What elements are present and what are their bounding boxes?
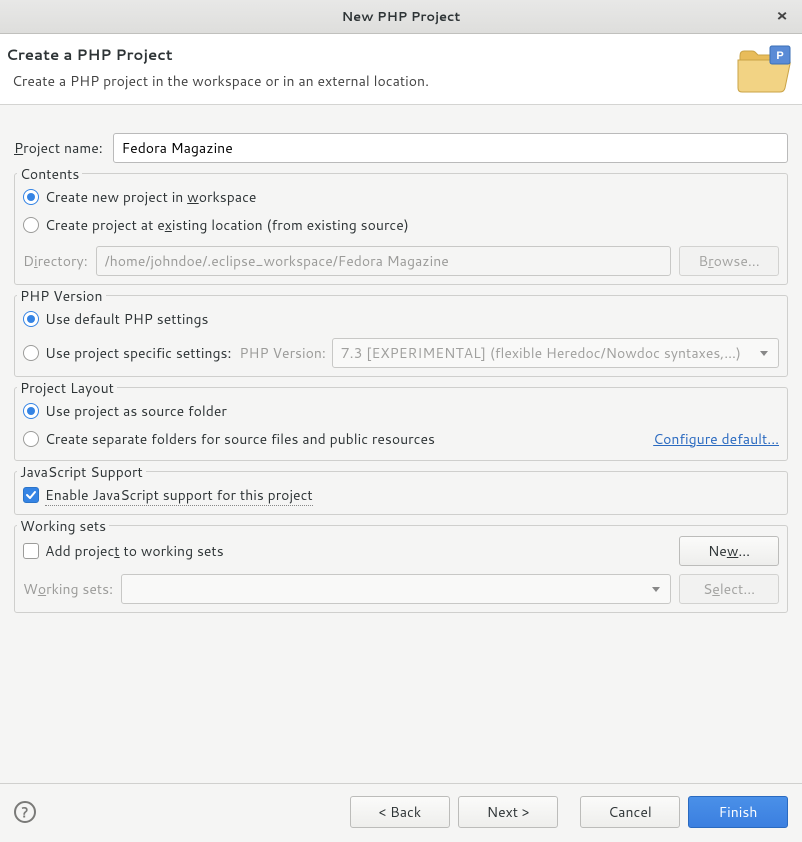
- js-support-legend: JavaScript Support: [17, 462, 146, 482]
- radio-source-folder[interactable]: [23, 403, 39, 419]
- working-sets-combo-label: Working sets:: [23, 579, 113, 599]
- back-button[interactable]: < Back: [350, 796, 450, 828]
- project-name-row: Project name:: [14, 133, 788, 163]
- enable-js-checkbox[interactable]: [23, 487, 39, 503]
- browse-button: Browse...: [679, 246, 779, 276]
- radio-new-workspace-label[interactable]: Create new project in workspace: [45, 187, 256, 207]
- contents-group: Contents Create new project in workspace…: [14, 173, 788, 285]
- window-title: New PHP Project: [342, 8, 461, 26]
- directory-label: Directory:: [23, 251, 88, 271]
- chevron-down-icon: [652, 587, 660, 592]
- configure-default-link[interactable]: Configure default...: [653, 429, 779, 449]
- enable-js-label[interactable]: Enable JavaScript support for this proje…: [45, 485, 313, 506]
- close-icon[interactable]: ×: [772, 7, 792, 27]
- radio-existing-location[interactable]: [23, 217, 39, 233]
- radio-new-workspace[interactable]: [23, 189, 39, 205]
- radio-default-php-label[interactable]: Use default PHP settings: [45, 309, 208, 329]
- working-sets-legend: Working sets: [17, 516, 109, 536]
- chevron-down-icon: [760, 351, 768, 356]
- php-version-combo-value: 7.3 [EXPERIMENTAL] (flexible Heredoc/Now…: [341, 343, 741, 363]
- php-version-group: PHP Version Use default PHP settings Use…: [14, 295, 788, 377]
- cancel-button[interactable]: Cancel: [580, 796, 680, 828]
- page-subtitle: Create a PHP project in the workspace or…: [6, 71, 429, 91]
- radio-existing-location-label[interactable]: Create project at existing location (fro…: [45, 215, 409, 235]
- php-version-legend: PHP Version: [17, 286, 106, 306]
- svg-text:P: P: [776, 50, 783, 62]
- add-working-sets-checkbox[interactable]: [23, 543, 39, 559]
- js-support-group: JavaScript Support Enable JavaScript sup…: [14, 471, 788, 515]
- project-layout-legend: Project Layout: [17, 378, 117, 398]
- select-working-sets-button: Select...: [679, 574, 779, 604]
- project-layout-group: Project Layout Use project as source fol…: [14, 387, 788, 461]
- radio-source-folder-label[interactable]: Use project as source folder: [45, 401, 227, 421]
- radio-separate-folders[interactable]: [23, 431, 39, 447]
- add-working-sets-label[interactable]: Add project to working sets: [45, 541, 224, 561]
- wizard-footer: ? < Back Next > Cancel Finish: [0, 783, 802, 842]
- radio-default-php[interactable]: [23, 311, 39, 327]
- page-title: Create a PHP Project: [6, 44, 429, 65]
- project-name-label: Project name:: [14, 138, 113, 158]
- working-sets-group: Working sets Add project to working sets…: [14, 525, 788, 613]
- php-version-combo: 7.3 [EXPERIMENTAL] (flexible Heredoc/Now…: [332, 338, 779, 368]
- new-working-set-button[interactable]: New...: [679, 536, 779, 566]
- radio-specific-php-label[interactable]: Use project specific settings:: [45, 343, 231, 363]
- directory-input: [96, 246, 671, 276]
- radio-specific-php[interactable]: [23, 345, 39, 361]
- finish-button[interactable]: Finish: [688, 796, 788, 828]
- wizard-header: Create a PHP Project Create a PHP projec…: [0, 34, 802, 105]
- php-version-combo-label: PHP Version:: [239, 343, 325, 363]
- title-bar: New PHP Project ×: [0, 0, 802, 34]
- radio-separate-folders-label[interactable]: Create separate folders for source files…: [45, 429, 435, 449]
- contents-legend: Contents: [17, 164, 82, 184]
- project-name-input[interactable]: [113, 133, 788, 163]
- help-icon[interactable]: ?: [14, 801, 36, 823]
- php-folder-icon: P: [734, 42, 792, 94]
- working-sets-combo: [121, 574, 671, 604]
- next-button[interactable]: Next >: [458, 796, 558, 828]
